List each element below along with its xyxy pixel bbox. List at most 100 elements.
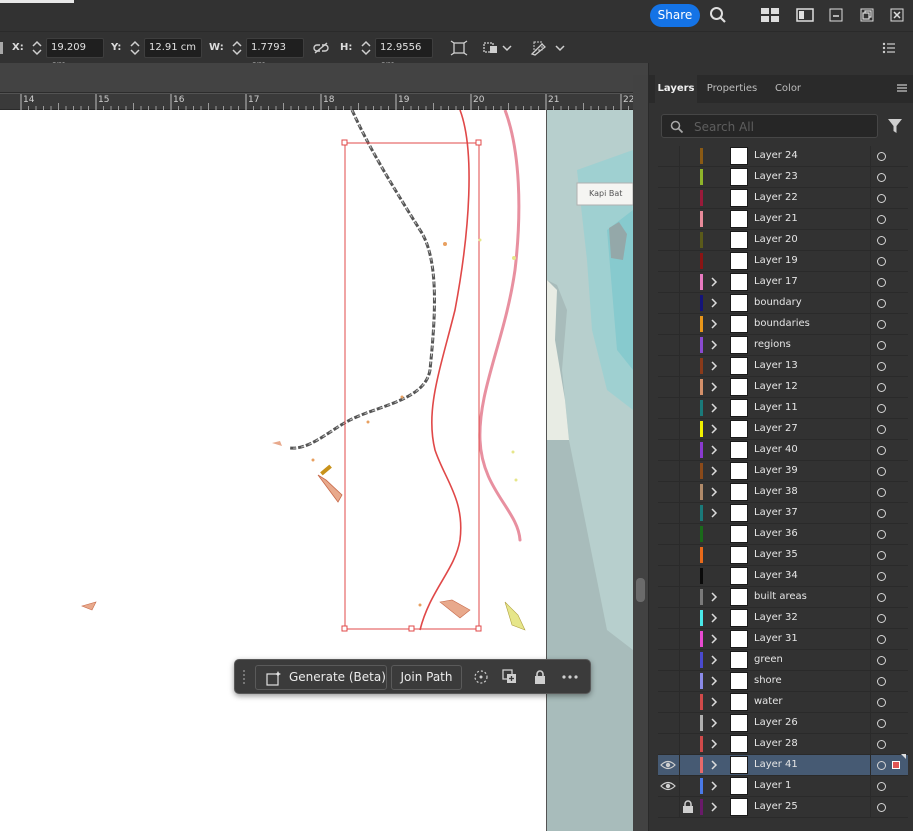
chevron-right-icon[interactable] (709, 444, 719, 456)
chevron-right-icon[interactable] (709, 339, 719, 351)
lock-toggle[interactable] (682, 380, 696, 394)
visibility-toggle[interactable] (660, 338, 676, 352)
visibility-toggle[interactable] (660, 380, 676, 394)
horizontal-ruler[interactable]: 14 15 16 17 18 19 20 21 22 (0, 94, 634, 110)
layer-row[interactable]: Layer 27 (658, 419, 908, 440)
filter-icon[interactable] (886, 117, 904, 135)
target-circle-icon[interactable] (877, 194, 886, 203)
h-stepper[interactable] (359, 38, 373, 58)
layer-row[interactable]: Layer 35 (658, 545, 908, 566)
visibility-toggle[interactable] (660, 401, 676, 415)
visibility-toggle[interactable] (660, 737, 676, 751)
chevron-right-icon[interactable] (709, 423, 719, 435)
target-circle-icon[interactable] (877, 341, 886, 350)
layer-row[interactable]: Layer 39 (658, 461, 908, 482)
chevron-right-icon[interactable] (709, 759, 719, 771)
lock-toggle[interactable] (682, 758, 696, 772)
chevron-right-icon[interactable] (709, 717, 719, 729)
chevron-right-icon[interactable] (709, 654, 719, 666)
layer-row[interactable]: Layer 41 (658, 754, 908, 776)
lock-toggle[interactable] (682, 275, 696, 289)
chevron-right-icon[interactable] (709, 801, 719, 813)
layer-row[interactable]: Layer 24 (658, 146, 908, 167)
visibility-toggle[interactable] (660, 443, 676, 457)
arrange-documents-icon[interactable] (758, 4, 782, 26)
anchor-points-icon[interactable] (471, 667, 491, 687)
search-icon[interactable] (706, 4, 730, 26)
generate-beta-button[interactable]: Generate (Beta) (255, 665, 387, 690)
lock-toggle[interactable] (682, 359, 696, 373)
visibility-toggle[interactable] (660, 485, 676, 499)
lock-toggle[interactable] (682, 401, 696, 415)
panel-menu-icon[interactable] (896, 82, 908, 94)
recolor-icon[interactable] (528, 38, 550, 58)
target-circle-icon[interactable] (877, 278, 886, 287)
target-circle-icon[interactable] (877, 614, 886, 623)
tab-color[interactable]: Color (767, 75, 809, 103)
target-circle-icon[interactable] (877, 320, 886, 329)
lock-toggle[interactable] (682, 233, 696, 247)
h-field[interactable]: 12.9556 cm (375, 38, 433, 71)
target-circle-icon[interactable] (877, 635, 886, 644)
y-stepper[interactable] (128, 38, 142, 58)
visibility-toggle[interactable] (660, 548, 676, 562)
visibility-toggle[interactable] (660, 191, 676, 205)
layer-row[interactable]: Layer 36 (658, 524, 908, 545)
share-button[interactable]: Share (650, 4, 700, 27)
target-circle-icon[interactable] (877, 383, 886, 392)
chevron-right-icon[interactable] (709, 486, 719, 498)
target-circle-icon[interactable] (877, 677, 886, 686)
layer-row[interactable]: shore (658, 671, 908, 692)
visibility-toggle[interactable] (660, 317, 676, 331)
visibility-toggle[interactable] (660, 464, 676, 478)
lock-toggle[interactable] (682, 212, 696, 226)
target-circle-icon[interactable] (877, 299, 886, 308)
close-icon[interactable] (885, 4, 909, 26)
lock-toggle[interactable] (682, 548, 696, 562)
target-circle-icon[interactable] (877, 656, 886, 665)
visibility-toggle[interactable] (660, 233, 676, 247)
target-circle-icon[interactable] (877, 404, 886, 413)
layer-row[interactable]: Layer 11 (658, 398, 908, 419)
align-dropdown-chevron-icon[interactable] (500, 38, 514, 58)
visibility-toggle[interactable] (660, 653, 676, 667)
visibility-toggle[interactable] (660, 569, 676, 583)
target-circle-icon[interactable] (877, 257, 886, 266)
layer-row[interactable]: boundary (658, 293, 908, 314)
target-circle-icon[interactable] (877, 173, 886, 182)
link-proportions-icon[interactable] (310, 38, 332, 58)
layer-row[interactable]: Layer 28 (658, 734, 908, 755)
target-circle-icon[interactable] (877, 446, 886, 455)
tab-properties[interactable]: Properties (701, 75, 763, 103)
target-circle-icon[interactable] (877, 236, 886, 245)
scrollbar-thumb[interactable] (636, 578, 645, 602)
canvas-area[interactable]: Kapi Bat (0, 110, 633, 831)
chevron-right-icon[interactable] (709, 591, 719, 603)
target-circle-icon[interactable] (877, 803, 886, 812)
lock-toggle[interactable] (682, 695, 696, 709)
selected-art-indicator[interactable] (892, 761, 900, 769)
chevron-right-icon[interactable] (709, 612, 719, 624)
visibility-toggle[interactable] (660, 674, 676, 688)
chevron-right-icon[interactable] (709, 696, 719, 708)
chevron-right-icon[interactable] (709, 297, 719, 309)
lock-toggle[interactable] (682, 170, 696, 184)
chevron-right-icon[interactable] (709, 465, 719, 477)
target-circle-icon[interactable] (877, 551, 886, 560)
layer-row[interactable]: Layer 21 (658, 209, 908, 230)
drag-handle-icon[interactable] (242, 669, 246, 685)
lock-toggle[interactable] (682, 422, 696, 436)
x-field[interactable]: 19.209 cm (46, 38, 104, 71)
lock-toggle[interactable] (682, 317, 696, 331)
visibility-toggle[interactable] (660, 800, 676, 814)
layer-row[interactable]: Layer 13 (658, 356, 908, 377)
duplicate-icon[interactable] (500, 667, 520, 687)
chevron-right-icon[interactable] (709, 318, 719, 330)
visibility-toggle[interactable] (660, 359, 676, 373)
canvas-vertical-scrollbar[interactable] (633, 75, 648, 831)
lock-toggle[interactable] (682, 254, 696, 268)
target-circle-icon[interactable] (877, 719, 886, 728)
chevron-right-icon[interactable] (709, 381, 719, 393)
lock-toggle[interactable] (682, 674, 696, 688)
chevron-right-icon[interactable] (709, 402, 719, 414)
